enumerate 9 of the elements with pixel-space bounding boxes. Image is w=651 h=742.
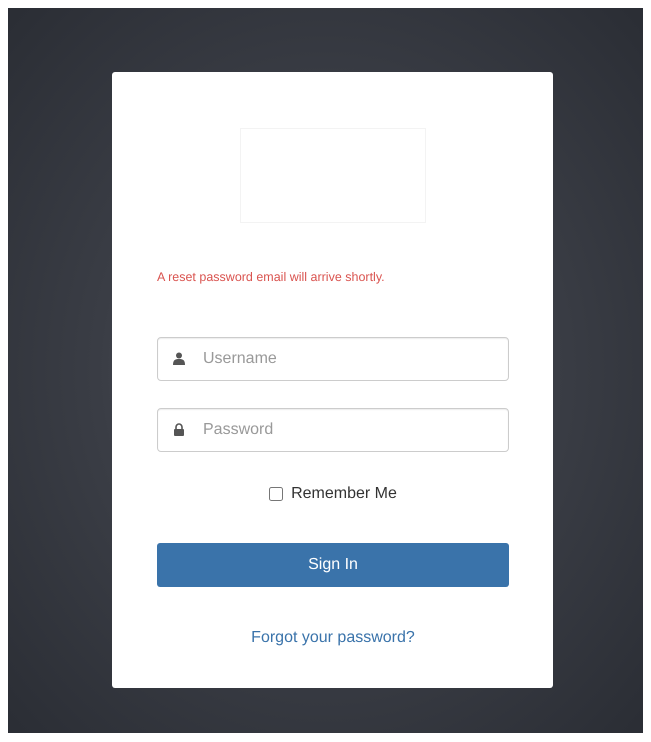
forgot-password-link[interactable]: Forgot your password? bbox=[251, 628, 415, 646]
username-field[interactable]: Username bbox=[157, 336, 509, 381]
user-icon bbox=[173, 352, 185, 365]
lock-icon bbox=[173, 422, 185, 436]
status-message: A reset password email will arrive shortly. bbox=[157, 269, 386, 286]
sign-in-button[interactable]: Sign In bbox=[157, 542, 509, 587]
remember-label[interactable]: Remember Me bbox=[291, 482, 397, 506]
remember-checkbox[interactable] bbox=[269, 486, 284, 501]
password-field[interactable]: Password bbox=[157, 408, 509, 452]
